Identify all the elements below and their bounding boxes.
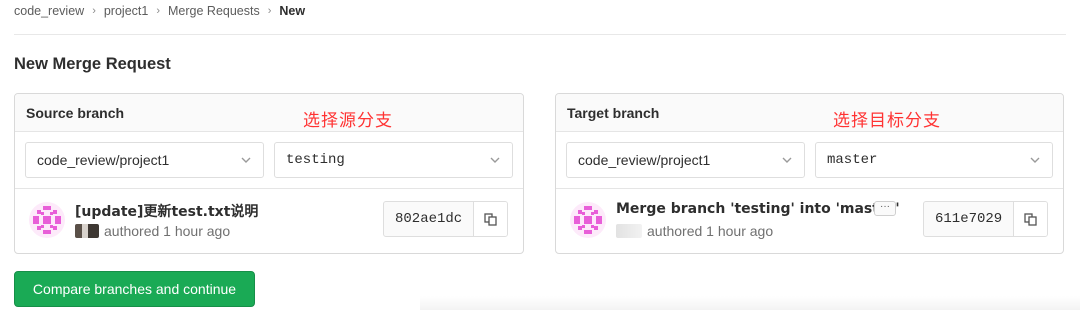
target-branch-dropdown[interactable]: master (815, 142, 1053, 178)
identicon-avatar (29, 202, 65, 238)
page-title: New Merge Request (14, 55, 171, 73)
breadcrumb-item-current: New (279, 4, 306, 18)
target-project-dropdown[interactable]: code_review/project1 (566, 142, 805, 178)
source-commit-sha[interactable]: 802ae1dc (384, 202, 475, 236)
breadcrumb-item-merge-requests[interactable]: Merge Requests (168, 4, 260, 18)
chevron-right-icon: › (156, 5, 161, 17)
source-branch-value: testing (286, 152, 345, 168)
breadcrumb: code_review › project1 › Merge Requests … (14, 4, 305, 18)
target-commit: Merge branch 'testing' into 'master' ···… (556, 189, 1063, 253)
source-select-row: code_review/project1 testing (15, 132, 523, 189)
source-branch-panel: Source branch 选择源分支 code_review/project1… (14, 93, 524, 254)
chevron-down-icon (782, 157, 792, 163)
expand-commit-button[interactable]: ··· (874, 201, 896, 216)
copy-icon (484, 212, 497, 226)
source-branch-dropdown[interactable]: testing (274, 142, 513, 178)
source-commit-title[interactable]: [update]更新test.txt说明 (75, 201, 258, 221)
breadcrumb-item-code-review[interactable]: code_review (14, 4, 84, 18)
source-commit-meta: authored 1 hour ago (75, 223, 230, 239)
target-commit-sha[interactable]: 611e7029 (924, 202, 1015, 236)
compare-branches-button[interactable]: Compare branches and continue (14, 271, 255, 307)
source-branch-title: Source branch (26, 105, 125, 121)
source-commit-sha-group: 802ae1dc (383, 201, 509, 237)
source-commit: [update]更新test.txt说明 authored 1 hour ago… (15, 189, 523, 253)
chevron-down-icon (1030, 157, 1040, 163)
chevron-right-icon: › (92, 5, 96, 17)
target-annotation: 选择目标分支 (833, 111, 941, 131)
source-annotation: 选择源分支 (303, 111, 393, 131)
source-commit-time: authored 1 hour ago (104, 223, 231, 239)
author-avatar (75, 224, 99, 238)
breadcrumb-item-project[interactable]: project1 (104, 4, 148, 18)
chevron-down-icon (490, 157, 500, 163)
target-project-value: code_review/project1 (578, 152, 711, 168)
author-avatar (616, 224, 642, 238)
source-project-value: code_review/project1 (37, 152, 170, 168)
chevron-down-icon (241, 157, 251, 163)
copy-sha-button[interactable] (474, 202, 508, 236)
content-divider (420, 296, 1080, 310)
copy-icon (1024, 212, 1037, 226)
target-branch-value: master (827, 152, 878, 168)
target-commit-meta: authored 1 hour ago (616, 223, 773, 239)
target-branch-title: Target branch (567, 105, 660, 121)
target-branch-header: Target branch 选择目标分支 (556, 94, 1063, 132)
target-select-row: code_review/project1 master (556, 132, 1063, 189)
header-divider (14, 34, 1066, 35)
target-commit-title[interactable]: Merge branch 'testing' into 'master' (616, 201, 900, 217)
target-branch-panel: Target branch 选择目标分支 code_review/project… (555, 93, 1064, 254)
copy-sha-button[interactable] (1014, 202, 1048, 236)
identicon-avatar (570, 202, 606, 238)
chevron-right-icon: › (267, 5, 272, 17)
target-commit-time: authored 1 hour ago (647, 223, 774, 239)
source-project-dropdown[interactable]: code_review/project1 (25, 142, 264, 178)
source-branch-header: Source branch 选择源分支 (15, 94, 523, 132)
target-commit-sha-group: 611e7029 (923, 201, 1049, 237)
